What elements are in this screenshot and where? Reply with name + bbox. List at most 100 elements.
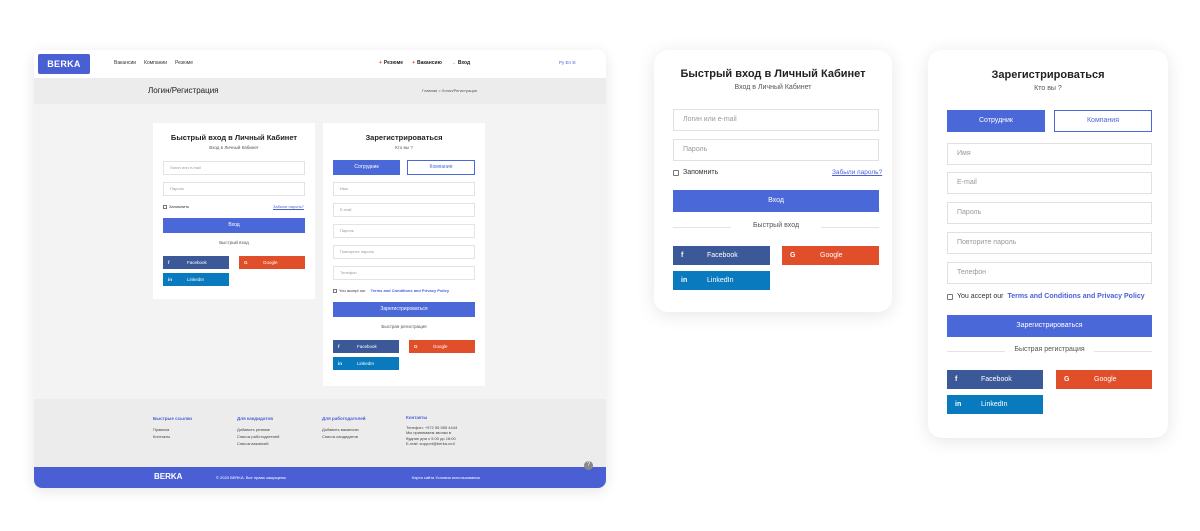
footer-email[interactable]: E-mail: support@berka.co.il (406, 441, 457, 447)
footer-link[interactable]: Правила (153, 426, 192, 433)
terms-link[interactable]: Terms and Conditions and Privacy Policy (1007, 293, 1144, 300)
mock-reg-password-input[interactable]: Пароль (333, 224, 475, 238)
help-icon[interactable]: ? (584, 461, 593, 470)
mock-register-subtitle: Кто вы ? (395, 145, 413, 150)
terms-checkbox[interactable]: You accept our Terms and Conditions and P… (947, 293, 1145, 300)
mock-facebook-button[interactable]: f Facebook (163, 256, 229, 269)
mock-quick-login-label: Быстрый вход (219, 240, 249, 245)
mock-terms-link[interactable]: Terms and Conditions and Privacy Policy (371, 288, 449, 293)
forgot-password-link[interactable]: Забыли пароль? (832, 169, 882, 176)
linkedin-icon: in (955, 401, 962, 408)
mock-email-input[interactable]: E-mail (333, 203, 475, 217)
site-logo[interactable]: BERKA (38, 54, 90, 74)
breadcrumb[interactable]: Главная > Логин/Регистрация (422, 88, 477, 93)
footer-link[interactable]: Список работодателей (237, 433, 279, 440)
linkedin-label: LinkedIn (357, 361, 375, 366)
mock-reg-linkedin-button[interactable]: in LinkedIn (333, 357, 399, 370)
nav-item-vacancies[interactable]: Вакансии (114, 60, 136, 66)
mock-name-input[interactable]: Имя (333, 182, 475, 196)
company-tab[interactable]: Компания (1054, 110, 1152, 132)
mock-employee-tab[interactable]: Сотрудник (333, 160, 400, 175)
mock-company-tab[interactable]: Компания (407, 160, 475, 175)
mock-remember-checkbox[interactable]: Запомнить (163, 204, 189, 209)
footer-link[interactable]: Контакты (153, 433, 192, 440)
login-title: Быстрый вход в Личный Кабинет (680, 68, 866, 80)
register-button[interactable]: Зарегистрироваться (947, 315, 1152, 337)
footer-col-title: Контакты (406, 415, 428, 420)
mock-login-title: Быстрый вход в Личный Кабинет (170, 133, 298, 142)
reg-password-input[interactable]: Пароль (947, 202, 1152, 224)
register-card: Зарегистрироваться Кто вы ? Сотрудник Ко… (928, 50, 1168, 438)
register-title: Зарегистрироваться (991, 69, 1105, 81)
mock-repeat-password-input[interactable]: Повторите пароль (333, 245, 475, 259)
linkedin-icon: in (168, 277, 172, 282)
phone-input[interactable]: Телефон (947, 262, 1152, 284)
login-button[interactable]: Вход (673, 190, 879, 212)
mock-password-input[interactable]: Пароль (163, 182, 305, 196)
reg-linkedin-button[interactable]: in LinkedIn (947, 395, 1043, 414)
login-input[interactable]: Логин или e-mail (673, 109, 879, 131)
plus-icon: + (412, 60, 416, 66)
footer-bottom-links[interactable]: Карта сайта Условия использования (412, 475, 480, 480)
linkedin-button[interactable]: in LinkedIn (673, 271, 770, 290)
mock-register-button[interactable]: Зарегистрироваться (333, 302, 475, 317)
site-header: BERKA Вакансии Компании Резюме + Резюме +… (34, 50, 606, 78)
linkedin-icon: in (681, 277, 688, 284)
name-input[interactable]: Имя (947, 143, 1152, 165)
login-link[interactable]: → Вход (451, 60, 470, 66)
register-subtitle: Кто вы ? (1034, 85, 1062, 92)
footer-logo[interactable]: BERKA (154, 472, 182, 481)
mock-login-button[interactable]: Вход (163, 218, 305, 233)
email-input[interactable]: E-mail (947, 172, 1152, 194)
facebook-button[interactable]: f Facebook (673, 246, 770, 265)
repeat-password-input[interactable]: Повторите пароль (947, 232, 1152, 254)
mock-login-card: Быстрый вход в Личный Кабинет Вход в Лич… (153, 123, 315, 299)
mock-reg-facebook-button[interactable]: f Facebook (333, 340, 399, 353)
footer-hours: Мы принимаем звонки в (406, 430, 452, 435)
add-vacancy-link[interactable]: + Вакансию (412, 60, 442, 66)
login-arrow-icon: → (450, 60, 456, 66)
mock-login-subtitle: Вход в Личный Кабинет (209, 145, 259, 150)
plus-icon: + (379, 60, 382, 66)
mock-linkedin-button[interactable]: in LinkedIn (163, 273, 229, 286)
footer-link[interactable]: Добавить вакансию (322, 426, 366, 433)
reg-google-button[interactable]: G Google (1056, 370, 1152, 389)
login-label: Вход (457, 60, 471, 66)
footer-link[interactable]: Список вакансий (237, 440, 279, 447)
mock-login-input[interactable]: Логин или e-mail (163, 161, 305, 175)
facebook-icon: f (955, 376, 958, 383)
footer-col-title: Для кандидатов (237, 416, 274, 421)
checkbox-icon (673, 169, 679, 176)
linkedin-label: LinkedIn (707, 277, 734, 284)
footer-link[interactable]: Список кандидатов (322, 433, 366, 440)
google-icon: G (790, 252, 796, 259)
password-input[interactable]: Пароль (673, 139, 879, 161)
mock-forgot-link[interactable]: Забыли пароль? (273, 204, 304, 209)
terms-prefix: You accept our (957, 293, 1004, 300)
remember-checkbox[interactable]: Запомнить (673, 169, 718, 176)
language-switcher[interactable]: Ру En ℵ (559, 60, 576, 66)
mock-google-button[interactable]: G Google (239, 256, 305, 269)
mock-reg-google-button[interactable]: G Google (409, 340, 475, 353)
header-actions: + Резюме + Вакансию → Вход (379, 60, 470, 66)
employee-tab[interactable]: Сотрудник (947, 110, 1045, 132)
login-card: Быстрый вход в Личный Кабинет Вход в Лич… (654, 50, 892, 312)
facebook-label: Facebook (357, 344, 377, 349)
facebook-icon: f (681, 252, 684, 259)
footer-col-candidates: Для кандидатов Добавить резюме Список ра… (237, 415, 279, 447)
google-label: Google (433, 344, 448, 349)
footer-link[interactable]: Добавить резюме (237, 426, 279, 433)
facebook-icon: f (338, 344, 340, 349)
add-resume-link[interactable]: + Резюме (379, 60, 403, 66)
nav-item-resumes[interactable]: Резюме (175, 60, 193, 66)
mock-terms-checkbox[interactable]: You accept our Terms and Conditions and … (333, 288, 449, 293)
bottom-bar: ? BERKA © 2020 BERKA. Все права защищены… (34, 461, 606, 488)
page-body: Быстрый вход в Личный Кабинет Вход в Лич… (34, 104, 606, 399)
google-button[interactable]: G Google (782, 246, 879, 265)
remember-label: Запомнить (683, 169, 719, 176)
mock-phone-input[interactable]: Телефон (333, 266, 475, 280)
nav-item-companies[interactable]: Компании (144, 60, 167, 66)
mock-register-card: Зарегистрироваться Кто вы ? Сотрудник Ко… (323, 123, 485, 386)
copyright: © 2020 BERKA. Все права защищены (216, 475, 287, 480)
reg-facebook-button[interactable]: f Facebook (947, 370, 1043, 389)
